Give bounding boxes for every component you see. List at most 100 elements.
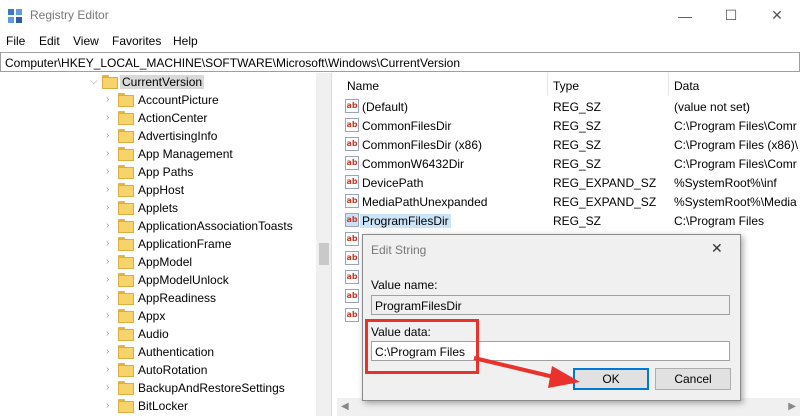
folder-icon <box>118 327 134 341</box>
dialog-close-button[interactable]: ✕ <box>711 240 723 257</box>
value-name: CommonW6432Dir <box>362 157 465 171</box>
tree-item[interactable]: › ActionCenter <box>0 109 316 127</box>
chevron-right-icon[interactable]: › <box>106 220 116 232</box>
chevron-right-icon[interactable]: › <box>106 400 116 412</box>
tree-item-label: AppModelUnlock <box>138 273 229 287</box>
chevron-right-icon[interactable]: › <box>106 310 116 322</box>
tree-item[interactable]: › AppModel <box>0 253 316 271</box>
value-data: (value not set) <box>674 100 751 114</box>
tree-item[interactable]: › Applets <box>0 199 316 217</box>
tree-item-label: AppReadiness <box>138 291 217 305</box>
ok-button[interactable]: OK <box>573 368 649 390</box>
chevron-right-icon[interactable]: › <box>106 166 116 178</box>
tree-item[interactable]: › App Paths <box>0 163 316 181</box>
tree-item[interactable]: › Authentication <box>0 343 316 361</box>
tree-scrollbar-thumb[interactable] <box>319 243 329 265</box>
folder-icon <box>102 75 118 89</box>
tree-item[interactable]: › ApplicationFrame <box>0 235 316 253</box>
chevron-right-icon[interactable]: › <box>106 94 116 106</box>
chevron-right-icon[interactable]: › <box>106 130 116 142</box>
dialog-title: Edit String <box>371 243 427 257</box>
value-name-label: Value name: <box>371 278 438 292</box>
chevron-down-icon[interactable]: ⌵ <box>90 76 100 88</box>
value-data: C:\Program Files (x86)\ <box>674 138 799 152</box>
tree-item[interactable]: › AutoRotation <box>0 361 316 379</box>
value-row[interactable]: ab MediaPathUnexpanded REG_EXPAND_SZ %Syste… <box>337 192 800 211</box>
value-row[interactable]: ab CommonFilesDir (x86) REG_SZ C:\Program F… <box>337 135 800 154</box>
chevron-right-icon[interactable]: › <box>106 148 116 160</box>
value-type: REG_EXPAND_SZ <box>553 195 657 209</box>
tree-item-label: Applets <box>138 201 179 215</box>
tree-item[interactable]: › AppModelUnlock <box>0 271 316 289</box>
value-type: REG_EXPAND_SZ <box>553 176 657 190</box>
tree-item-label: App Paths <box>138 165 194 179</box>
tree-item-label: BackupAndRestoreSettings <box>138 381 285 395</box>
tree-item[interactable]: › Audio <box>0 325 316 343</box>
chevron-right-icon[interactable]: › <box>106 256 116 268</box>
minimize-button[interactable]: — <box>662 0 708 31</box>
maximize-button[interactable]: ☐ <box>708 0 754 31</box>
chevron-right-icon[interactable]: › <box>106 382 116 394</box>
address-bar[interactable]: Computer\HKEY_LOCAL_MACHINE\SOFTWARE\Mic… <box>0 52 800 72</box>
chevron-right-icon[interactable]: › <box>106 184 116 196</box>
tree-item[interactable]: › AppReadiness <box>0 289 316 307</box>
menu-edit[interactable]: Edit <box>39 34 60 48</box>
scroll-left-icon[interactable]: ◀ <box>341 401 349 412</box>
window-title: Registry Editor <box>30 8 109 22</box>
tree-item-label: Authentication <box>138 345 215 359</box>
chevron-right-icon[interactable]: › <box>106 202 116 214</box>
tree-item-label: CurrentVersion <box>120 75 205 89</box>
string-value-icon: ab <box>345 289 359 303</box>
value-row[interactable]: ab ProgramFilesDir REG_SZ C:\Program Files <box>337 211 800 230</box>
column-header-type[interactable]: Type <box>553 79 579 93</box>
folder-icon <box>118 345 134 359</box>
value-row[interactable]: ab CommonFilesDir REG_SZ C:\Program Files\C… <box>337 116 800 135</box>
value-row[interactable]: ab CommonW6432Dir REG_SZ C:\Program Files\C… <box>337 154 800 173</box>
address-path: Computer\HKEY_LOCAL_MACHINE\SOFTWARE\Mic… <box>5 56 461 70</box>
chevron-right-icon[interactable]: › <box>106 346 116 358</box>
folder-icon <box>118 399 134 413</box>
tree-item-label: ApplicationAssociationToasts <box>138 219 293 233</box>
menu-file[interactable]: File <box>6 34 25 48</box>
folder-icon <box>118 201 134 215</box>
cancel-button[interactable]: Cancel <box>655 368 731 390</box>
chevron-right-icon[interactable]: › <box>106 112 116 124</box>
value-row[interactable]: ab (Default) REG_SZ (value not set) <box>337 97 800 116</box>
column-divider[interactable] <box>668 73 669 95</box>
tree-item[interactable]: › BackupAndRestoreSettings <box>0 379 316 397</box>
menu-view[interactable]: View <box>73 34 99 48</box>
string-value-icon: ab <box>345 156 359 170</box>
tree-item-label: AppModel <box>138 255 193 269</box>
value-name: CommonFilesDir (x86) <box>362 138 483 152</box>
chevron-right-icon[interactable]: › <box>106 238 116 250</box>
value-name: CommonFilesDir <box>362 119 452 133</box>
tree-item[interactable]: › ApplicationAssociationToasts <box>0 217 316 235</box>
scroll-right-icon[interactable]: ▶ <box>788 401 796 412</box>
highlight-box <box>365 319 479 374</box>
tree-item[interactable]: › AccountPicture <box>0 91 316 109</box>
tree-item[interactable]: › Appx <box>0 307 316 325</box>
tree-item[interactable]: › App Management <box>0 145 316 163</box>
value-type: REG_SZ <box>553 100 602 114</box>
column-divider[interactable] <box>547 73 548 95</box>
tree-item-current-version[interactable]: ⌵ CurrentVersion <box>0 73 316 91</box>
close-button[interactable]: ✕ <box>754 0 800 31</box>
menu-favorites[interactable]: Favorites <box>112 34 161 48</box>
chevron-right-icon[interactable]: › <box>106 292 116 304</box>
value-row[interactable]: ab DevicePath REG_EXPAND_SZ %SystemRoot%\in… <box>337 173 800 192</box>
chevron-right-icon[interactable]: › <box>106 328 116 340</box>
column-header-data[interactable]: Data <box>674 79 699 93</box>
folder-icon <box>118 291 134 305</box>
menu-help[interactable]: Help <box>173 34 198 48</box>
chevron-right-icon[interactable]: › <box>106 364 116 376</box>
tree-item[interactable]: › AppHost <box>0 181 316 199</box>
tree-item-label: ApplicationFrame <box>138 237 232 251</box>
folder-icon <box>118 309 134 323</box>
value-name: ProgramFilesDir <box>360 214 451 228</box>
tree-item-label: AdvertisingInfo <box>138 129 218 143</box>
tree-item[interactable]: › AdvertisingInfo <box>0 127 316 145</box>
chevron-right-icon[interactable]: › <box>106 274 116 286</box>
column-header-name[interactable]: Name <box>347 79 379 93</box>
tree-item[interactable]: › BitLocker <box>0 397 316 415</box>
string-value-icon: ab <box>345 118 359 132</box>
